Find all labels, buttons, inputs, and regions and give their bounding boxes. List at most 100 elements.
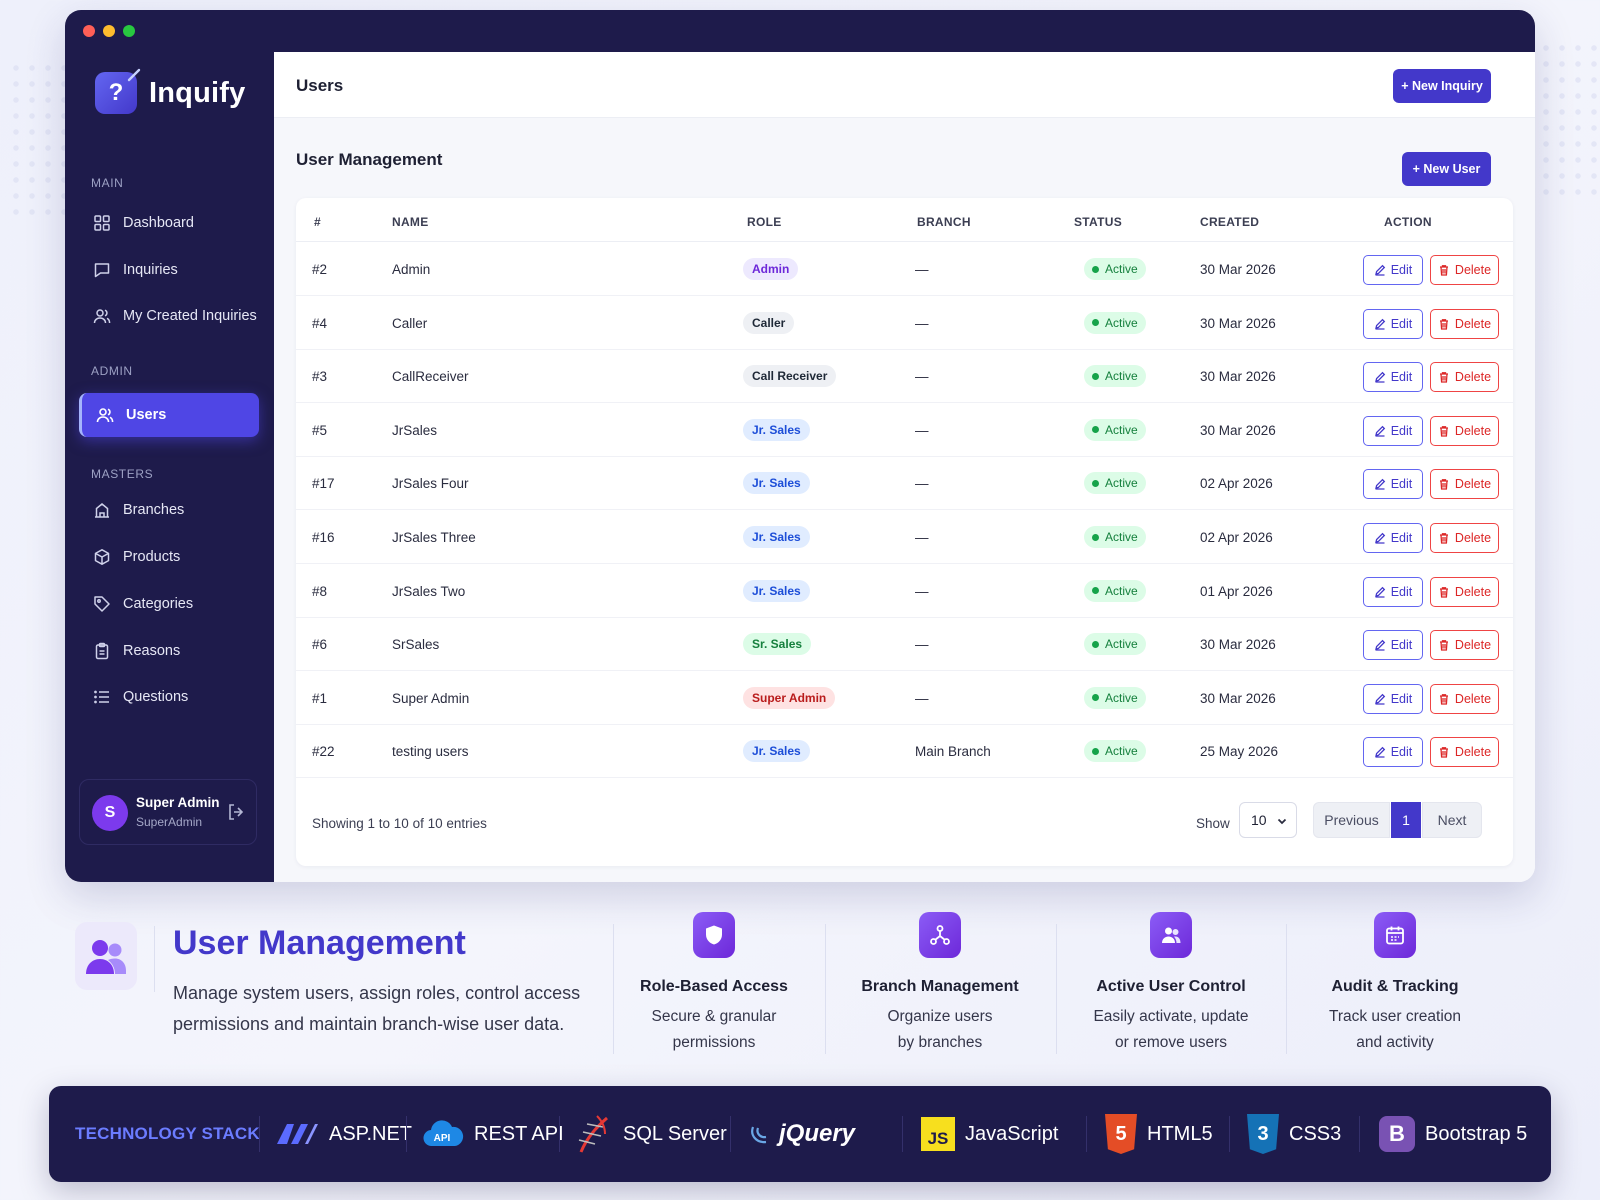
delete-button[interactable]: Delete [1430, 255, 1499, 285]
pencil-icon [1374, 479, 1385, 491]
next-page-button[interactable]: Next [1422, 802, 1482, 838]
status-dot [1092, 694, 1099, 702]
maximize-window-button[interactable] [123, 25, 135, 37]
technology-stack-bar: TECHNOLOGY STACK ASP.NET API REST API SQ… [49, 1086, 1551, 1182]
edit-button[interactable]: Edit [1363, 308, 1423, 339]
sidebar-item-label: Categories [123, 596, 194, 612]
pencil-icon [1374, 371, 1385, 383]
trash-icon [1439, 372, 1448, 383]
trash-icon [1439, 479, 1448, 491]
page-1-button[interactable]: 1 [1391, 802, 1421, 838]
user-name: Super Admin [392, 690, 470, 706]
edit-button[interactable]: Edit [1363, 576, 1423, 607]
status-badge: Active [1084, 418, 1146, 441]
status-dot [1092, 319, 1099, 327]
role-badge: Caller [743, 311, 795, 334]
sidebar-item-inquiries[interactable]: Inquiries [79, 248, 259, 292]
users-icon [93, 309, 111, 324]
table-row: #22 testing users Jr. Sales Main Branch Acti… [296, 724, 1513, 779]
delete-label: Delete [1454, 691, 1492, 706]
page-size-select[interactable]: 10 [1239, 802, 1297, 838]
edit-button[interactable]: Edit [1363, 415, 1423, 446]
html5-logo-icon: 5 [1105, 1114, 1137, 1154]
edit-button[interactable]: Edit [1363, 630, 1423, 661]
bootstrap-logo-icon: B [1379, 1116, 1415, 1152]
aspnet-logo-icon [275, 1122, 319, 1146]
sidebar-item-dashboard[interactable]: Dashboard [79, 201, 259, 245]
status-text: Active [1105, 422, 1138, 437]
feature-card-description: Easily activate, update or remove users [1071, 1004, 1271, 1056]
pencil-icon [1374, 532, 1385, 544]
edit-button[interactable]: Edit [1363, 255, 1423, 285]
table-row: #8 JrSales Two Jr. Sales — Active 01 Apr 2026… [296, 564, 1513, 618]
sql-server-logo-icon [575, 1112, 613, 1156]
edit-button[interactable]: Edit [1363, 362, 1423, 393]
sidebar-item-products[interactable]: Products [79, 535, 259, 579]
new-user-button[interactable]: + New User [1402, 152, 1491, 186]
role-badge: Sr. Sales [743, 633, 812, 656]
app-logo[interactable]: ? Inquify [95, 68, 245, 114]
status-text: Active [1105, 369, 1138, 384]
user-name: JrSales [392, 422, 438, 438]
delete-button[interactable]: Delete [1430, 683, 1499, 714]
sidebar-item-label: Products [123, 549, 181, 565]
edit-button[interactable]: Edit [1363, 523, 1423, 553]
edit-label: Edit [1390, 316, 1413, 331]
user-name: Super Admin [136, 795, 220, 810]
created-date: 30 Mar 2026 [1200, 690, 1276, 706]
table-row: #4 Caller Caller — Active 30 Mar 2026 Edit Dele… [296, 296, 1513, 350]
delete-button[interactable]: Delete [1430, 576, 1499, 607]
edit-button[interactable]: Edit [1363, 737, 1423, 768]
trash-icon [1439, 533, 1448, 544]
tech-item-rest-api: API REST API [422, 1110, 564, 1158]
user-id: #6 [312, 637, 328, 653]
sidebar-item-reasons[interactable]: Reasons [79, 629, 259, 673]
sidebar-item-users[interactable]: Users [79, 393, 259, 437]
sidebar-item-my-created-inquiries[interactable]: My Created Inquiries [79, 294, 259, 338]
tag-icon [94, 596, 110, 612]
previous-page-button[interactable]: Previous [1313, 802, 1390, 838]
user-id: #17 [312, 476, 335, 492]
delete-button[interactable]: Delete [1430, 523, 1499, 553]
delete-button[interactable]: Delete [1430, 415, 1499, 446]
delete-label: Delete [1454, 745, 1492, 760]
sidebar-item-questions[interactable]: Questions [79, 675, 259, 719]
edit-button[interactable]: Edit [1363, 683, 1423, 714]
feature-card-line: Track user creation [1328, 1008, 1462, 1025]
user-name: CallReceiver [392, 369, 469, 385]
entries-info: Showing 1 to 10 of 10 entries [312, 816, 487, 831]
list-icon [94, 690, 109, 704]
tech-item-jquery: jQuery [749, 1110, 855, 1158]
close-window-button[interactable] [83, 25, 95, 37]
sidebar-item-categories[interactable]: Categories [79, 582, 259, 626]
feature-card-active-user-control: Active User Control Easily activate, upd… [1071, 912, 1271, 1056]
delete-button[interactable]: Delete [1430, 308, 1499, 339]
feature-card-role-based-access: Role-Based Access Secure & granular perm… [614, 912, 814, 1056]
edit-button[interactable]: Edit [1363, 469, 1423, 500]
delete-button[interactable]: Delete [1430, 737, 1499, 768]
delete-button[interactable]: Delete [1430, 630, 1499, 661]
new-inquiry-button[interactable]: + New Inquiry [1393, 69, 1491, 103]
user-profile-card[interactable]: S Super Admin SuperAdmin [79, 779, 257, 845]
feature-card-title: Branch Management [861, 978, 1019, 995]
trash-icon [1439, 586, 1448, 598]
created-date: 30 Mar 2026 [1200, 637, 1276, 653]
divider [825, 924, 826, 1054]
minimize-window-button[interactable] [103, 25, 115, 37]
section-label-main: MAIN [91, 176, 124, 190]
sidebar-item-branches[interactable]: Branches [79, 488, 259, 532]
logout-icon[interactable] [226, 802, 246, 822]
created-date: 30 Mar 2026 [1200, 315, 1276, 331]
calendar-icon [1386, 926, 1404, 945]
sidebar-item-label: Reasons [123, 643, 181, 659]
users-icon [1162, 927, 1181, 943]
edit-label: Edit [1390, 638, 1413, 653]
user-branch: — [915, 637, 929, 653]
feature-description-line: Manage system users, assign roles, contr… [173, 983, 581, 1003]
feature-card-description: Organize users by branches [840, 1004, 1040, 1056]
feature-card-title: Active User Control [1096, 978, 1246, 995]
delete-button[interactable]: Delete [1430, 469, 1499, 500]
pencil-icon [1374, 318, 1385, 330]
status-badge: Active [1084, 686, 1146, 709]
delete-button[interactable]: Delete [1430, 362, 1499, 393]
